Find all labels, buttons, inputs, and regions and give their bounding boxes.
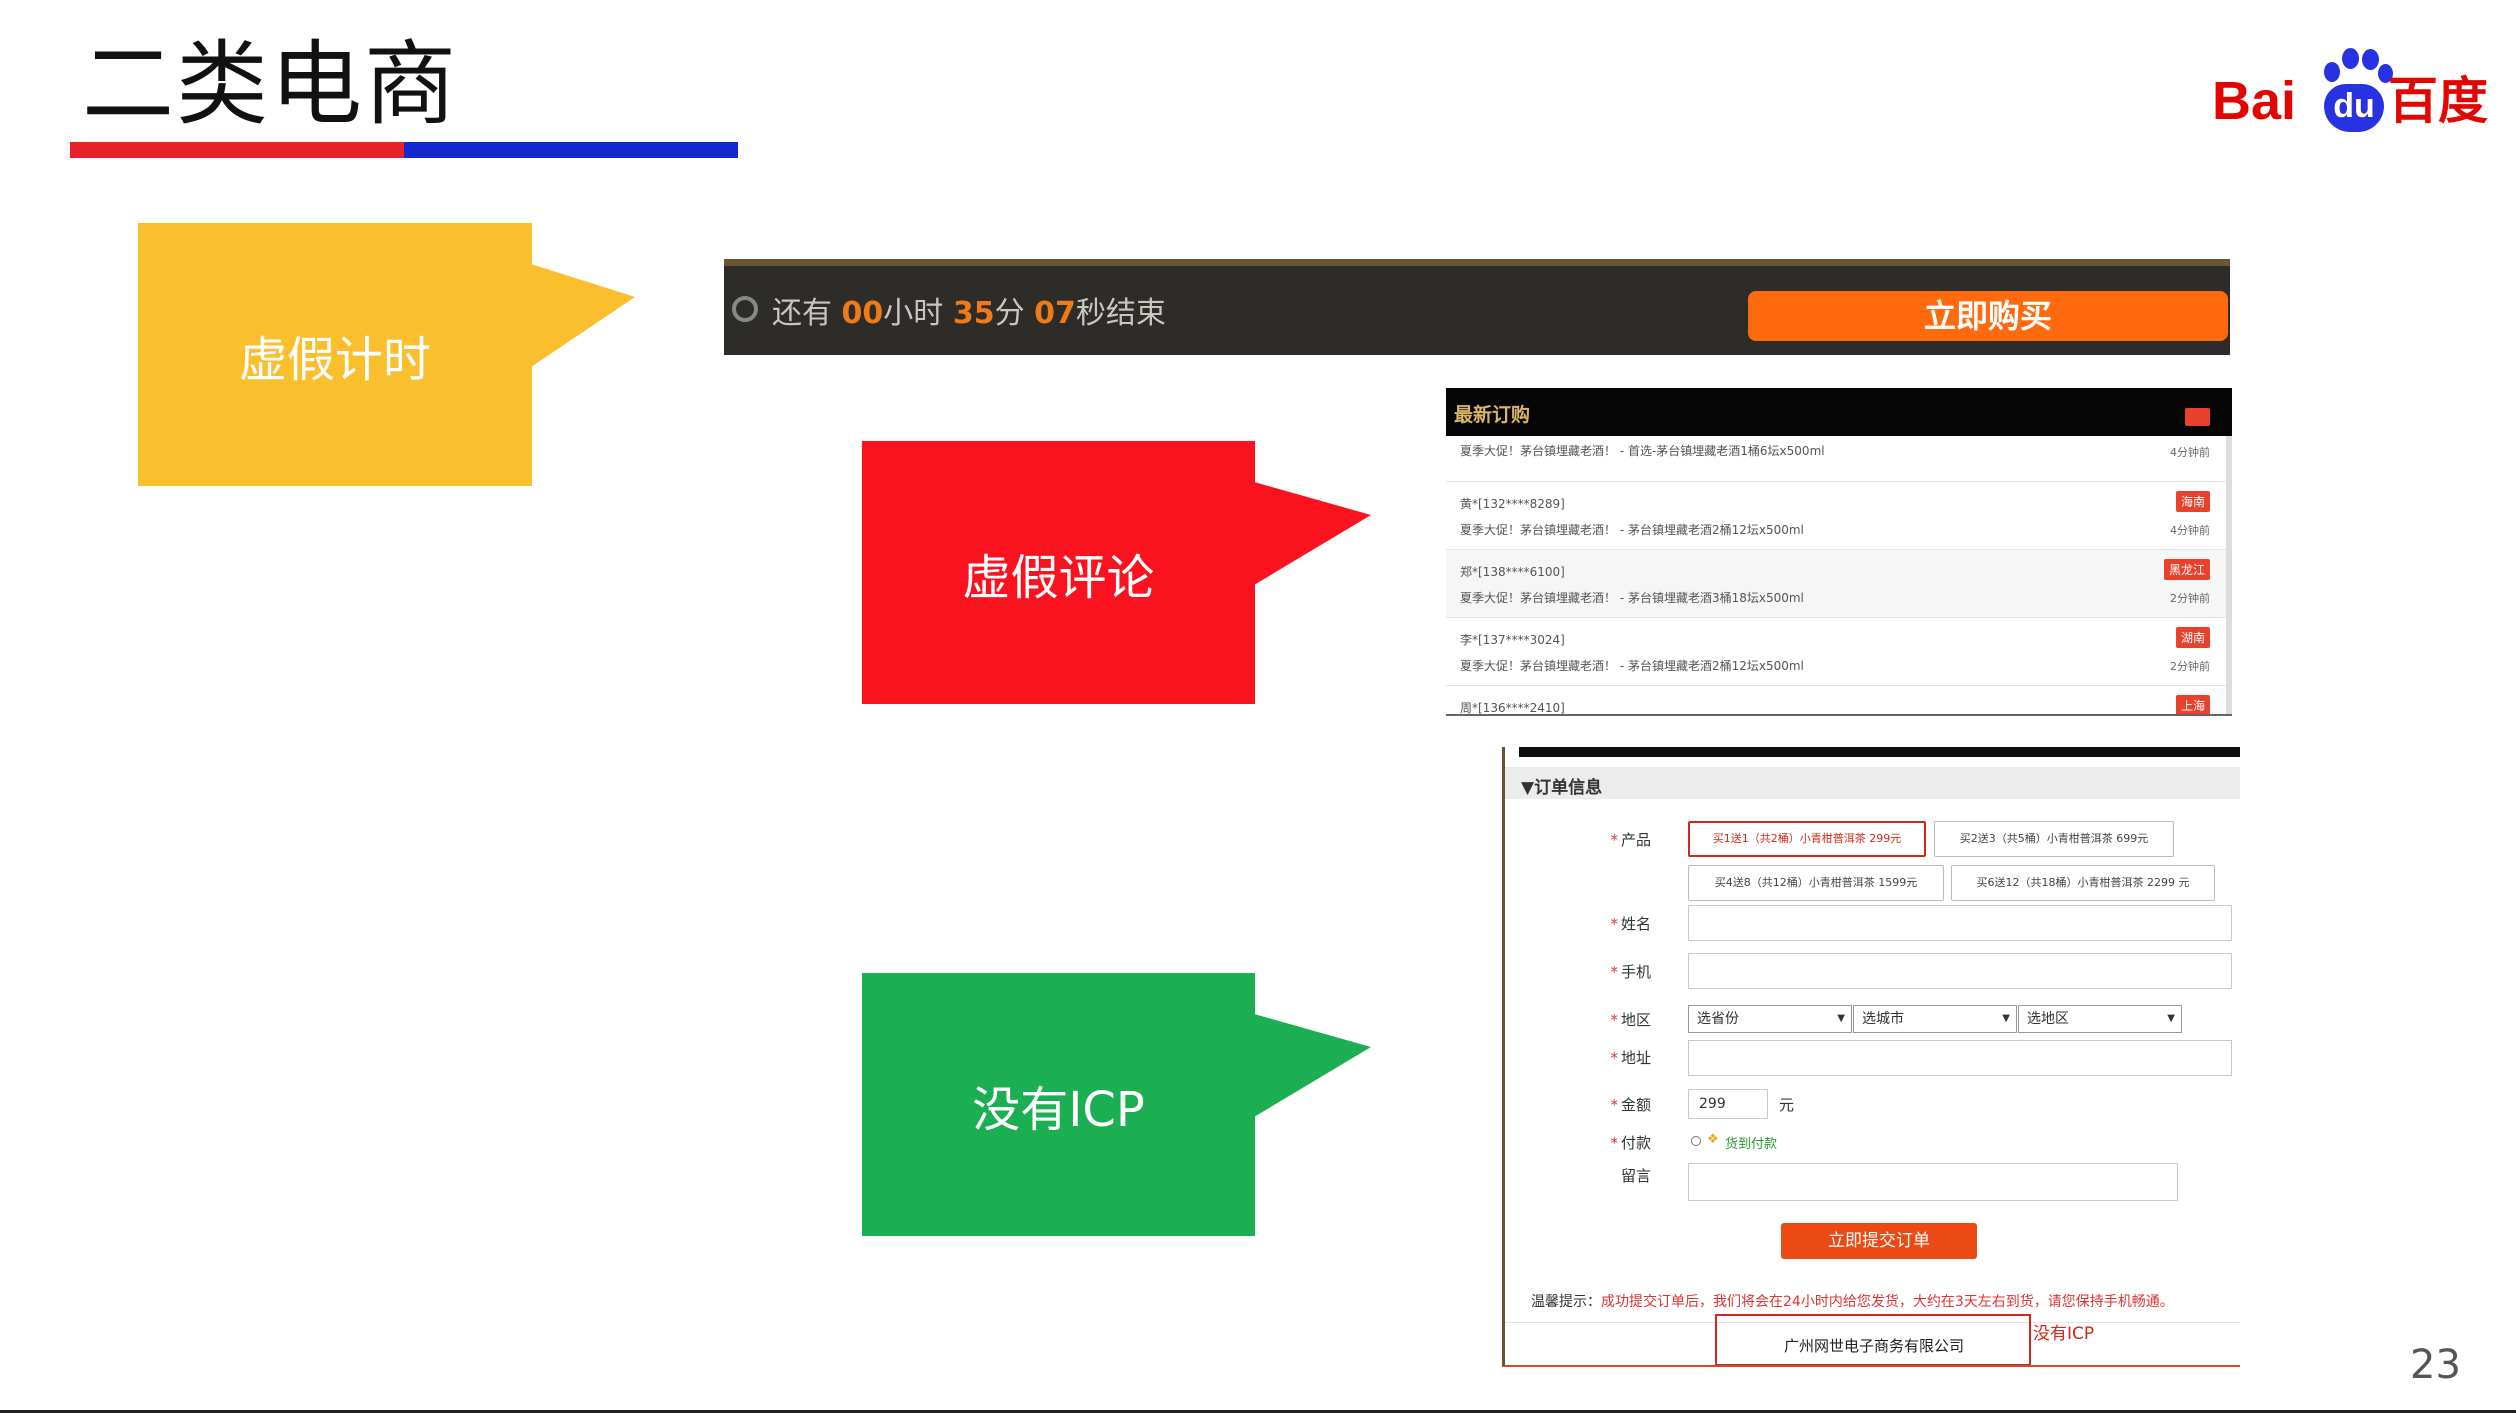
title-underline-blue: [404, 142, 738, 158]
region-badge: 湖南: [2175, 627, 2210, 648]
region-badge: [2184, 408, 2210, 426]
order-time: 4分钟前: [2170, 524, 2210, 537]
paw-toe-icon: [2362, 49, 2379, 70]
amount-label: * 金额: [1610, 1096, 1651, 1114]
logo-text-bai: Bai: [2212, 71, 2297, 131]
order-desc: 夏季大促！茅台镇埋藏老酒！ - 茅台镇埋藏老酒2桶12坛x500ml: [1460, 659, 1804, 673]
list-item: 夏季大促！茅台镇埋藏老酒！ - 首选-茅台镇埋藏老酒1桶6坛x500ml 4分钟…: [1446, 408, 2228, 482]
phone-input[interactable]: [1688, 953, 2232, 989]
phone-label: * 手机: [1610, 963, 1651, 981]
clock-icon: [732, 296, 758, 322]
company-name: 广州网世电子商务有限公司: [1783, 1337, 1964, 1355]
amount-unit: 元: [1779, 1096, 1795, 1114]
buyer: 郑*[138****6100]: [1460, 565, 1565, 579]
address-label: * 地址: [1610, 1049, 1651, 1067]
submit-order-button[interactable]: 立即提交订单: [1781, 1223, 1977, 1259]
region-badge: 黑龙江: [2163, 559, 2210, 580]
name-label: * 姓名: [1610, 915, 1651, 933]
form-section-title: ▼订单信息: [1521, 778, 1603, 798]
bottom-rule: [0, 1410, 2516, 1413]
buy-now-button[interactable]: 立即购买: [1748, 291, 2228, 341]
payment-method: 货到付款: [1725, 1137, 1778, 1152]
product-option-1[interactable]: 买1送1（共2桶）小青柑普洱茶 299元: [1688, 821, 1926, 857]
countdown-hours-unit: 小时: [883, 296, 953, 331]
form-header: [1505, 767, 2240, 799]
paw-toe-icon: [2342, 48, 2359, 69]
baidu-logo: Bai du 百度: [2212, 46, 2488, 136]
tip-text: 温馨提示：成功提交订单后，我们将会在24小时内给您发货，大约在3天左右到货，请您…: [1531, 1294, 2174, 1310]
latest-orders-panel: 最新订购 夏季大促！茅台镇埋藏老酒！ - 首选-茅台镇埋藏老酒1桶6坛x500m…: [1446, 388, 2232, 716]
list-item: 郑*[138****6100] 黑龙江 夏季大促！茅台镇埋藏老酒！ - 茅台镇埋…: [1446, 550, 2228, 618]
region-badge: 上海: [2175, 695, 2210, 714]
order-time: 2分钟前: [2170, 592, 2210, 605]
countdown-seconds-unit: 秒结束: [1075, 296, 1166, 331]
cash-icon: ❖: [1707, 1132, 1719, 1147]
callout-pointer: [1254, 482, 1371, 585]
payment-radio[interactable]: [1691, 1136, 1701, 1146]
product-option-3[interactable]: 买4送8（共12桶）小青柑普洱茶 1599元: [1688, 865, 1944, 901]
amount-input[interactable]: 299: [1688, 1089, 1768, 1119]
region-badge: 海南: [2175, 491, 2210, 512]
paw-toe-icon: [2324, 62, 2340, 82]
title-underline-red: [70, 142, 404, 158]
countdown-minutes: 35: [952, 296, 995, 331]
orders-scrollbar[interactable]: [2226, 436, 2232, 714]
callout-fake-reviews: 虚假评论: [862, 441, 1255, 704]
address-input[interactable]: [1688, 1040, 2232, 1076]
logo-text-cn: 百度: [2388, 72, 2488, 130]
city-select[interactable]: 选城市 ▼: [1853, 1005, 2017, 1033]
slide-title: 二类电商: [82, 31, 459, 138]
logo-text-du: du: [2324, 84, 2384, 132]
list-item: 李*[137****3024] 湖南 夏季大促！茅台镇埋藏老酒！ - 茅台镇埋藏…: [1446, 618, 2228, 686]
callout-fake-timer: 虚假计时: [138, 223, 532, 486]
province-select[interactable]: 选省份 ▼: [1688, 1005, 1852, 1033]
region-label: * 地区: [1610, 1011, 1651, 1029]
countdown-hours: 00: [841, 296, 884, 331]
order-time: 4分钟前: [2170, 446, 2210, 459]
message-label: 留言: [1620, 1167, 1651, 1185]
product-option-4[interactable]: 买6送12（共18桶）小青柑普洱茶 2299 元: [1951, 865, 2215, 901]
buyer: 黄*[132****8289]: [1460, 497, 1565, 511]
countdown-seconds: 07: [1034, 296, 1076, 331]
order-desc: 夏季大促！茅台镇埋藏老酒！ - 茅台镇埋藏老酒3桶18坛x500ml: [1460, 591, 1804, 605]
order-desc: 夏季大促！茅台镇埋藏老酒！ - 首选-茅台镇埋藏老酒1桶6坛x500ml: [1460, 444, 1825, 458]
list-item: 周*[136****2410] 上海: [1446, 686, 2228, 715]
name-input[interactable]: [1688, 905, 2232, 941]
countdown-minutes-unit: 分: [994, 296, 1035, 331]
countdown-prefix: 还有: [772, 296, 842, 331]
form-top-bar: [1519, 747, 2240, 757]
district-select[interactable]: 选地区 ▼: [2018, 1005, 2182, 1033]
callout-pointer: [1254, 1014, 1371, 1117]
payment-label: * 付款: [1610, 1134, 1651, 1152]
order-time: 2分钟前: [2170, 660, 2210, 673]
page-number: 23: [2410, 1342, 2461, 1388]
buyer: 李*[137****3024]: [1460, 633, 1565, 647]
countdown-bar: 还有 00小时 35分 07秒结束 立即购买: [724, 259, 2230, 355]
callout-no-icp: 没有ICP: [862, 973, 1255, 1236]
no-icp-annotation: 没有ICP: [2033, 1324, 2095, 1344]
list-item: 黄*[132****8289] 海南 夏季大促！茅台镇埋藏老酒！ - 茅台镇埋藏…: [1446, 482, 2228, 550]
order-desc: 夏季大促！茅台镇埋藏老酒！ - 茅台镇埋藏老酒2桶12坛x500ml: [1460, 523, 1804, 537]
message-textarea[interactable]: [1688, 1163, 2178, 1201]
product-label: * 产品: [1610, 831, 1651, 849]
callout-pointer: [531, 264, 635, 367]
product-option-2[interactable]: 买2送3（共5桶）小青柑普洱茶 699元: [1934, 821, 2174, 857]
buyer: 周*[136****2410]: [1460, 701, 1565, 715]
countdown-text: 还有 00小时 35分 07秒结束: [772, 288, 1166, 332]
order-form: ▼订单信息 * 产品 买1送1（共2桶）小青柑普洱茶 299元 买2送3（共5桶）…: [1502, 747, 2240, 1367]
